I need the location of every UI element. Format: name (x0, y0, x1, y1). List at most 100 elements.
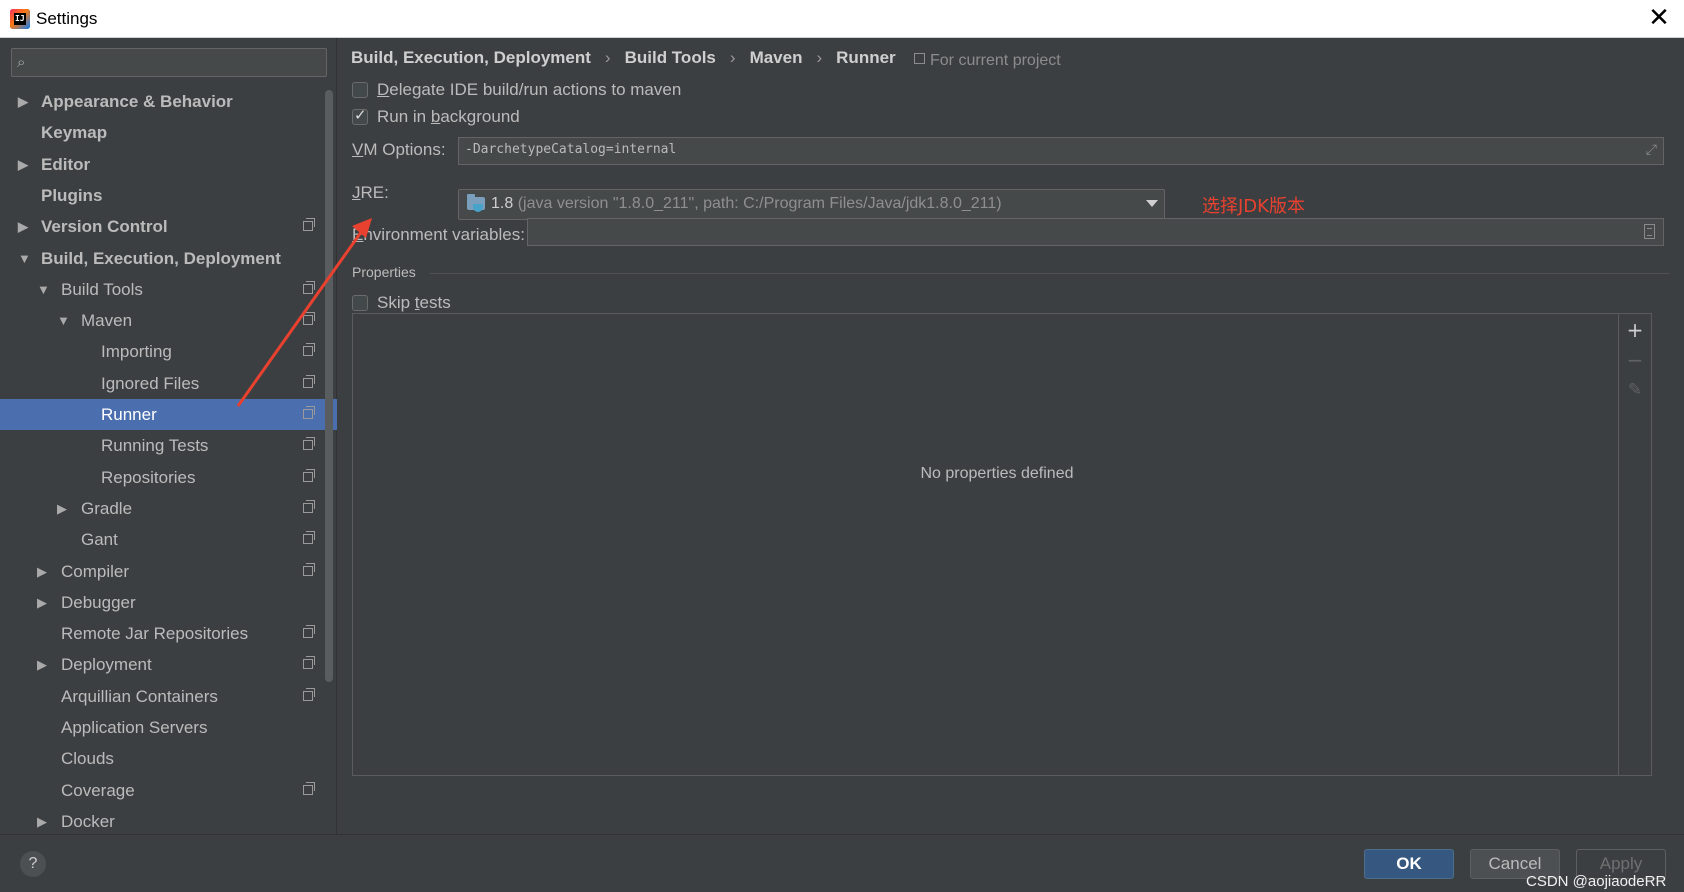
chevron-down-icon[interactable]: ▼ (18, 243, 32, 274)
sidebar-item-deployment[interactable]: ▶ Deployment (0, 649, 337, 680)
chevron-right-icon[interactable]: ▶ (18, 86, 32, 117)
sidebar-item-label: Appearance & Behavior (41, 92, 233, 111)
jre-selected-value: 1.8 (java version "1.8.0_211", path: C:/… (491, 195, 1002, 213)
project-scope-icon (303, 280, 315, 294)
env-variables-field[interactable] (527, 218, 1664, 246)
sidebar-item-clouds[interactable]: Clouds (0, 743, 337, 774)
breadcrumb: Build, Execution, Deployment › Build Tools… (351, 48, 902, 74)
skip-tests-checkbox[interactable] (352, 295, 368, 311)
sidebar-item-label: Docker (61, 811, 115, 831)
sidebar-item-label: Build Tools (61, 279, 143, 299)
sidebar-item-arquillian-containers[interactable]: Arquillian Containers (0, 681, 337, 712)
sidebar-item-build-tools[interactable]: ▼ Build Tools (0, 274, 337, 305)
sidebar-item-gant[interactable]: Gant (0, 524, 337, 555)
chevron-right-icon[interactable]: ▶ (37, 587, 51, 618)
document-icon[interactable] (1644, 224, 1655, 239)
sidebar-item-appearance-behavior[interactable]: ▶ Appearance & Behavior (0, 86, 337, 117)
sidebar-item-running-tests[interactable]: Running Tests (0, 430, 337, 461)
env-mnemonic: E (352, 225, 364, 244)
search-input[interactable] (40, 52, 324, 74)
sidebar-item-ignored-files[interactable]: Ignored Files (0, 368, 337, 399)
sidebar-item-label: Debugger (61, 592, 136, 612)
chevron-down-icon[interactable] (1146, 200, 1158, 207)
breadcrumb-item[interactable]: Runner (836, 48, 896, 67)
project-scope-icon (303, 656, 315, 670)
help-button[interactable]: ? (20, 851, 46, 877)
expand-icon[interactable]: ⤢ (1646, 142, 1657, 158)
project-scope-icon (303, 562, 315, 576)
chevron-right-icon[interactable]: ▶ (37, 556, 51, 587)
chevron-right-icon[interactable]: ▶ (18, 211, 32, 242)
sidebar-item-label: Gradle (81, 498, 133, 518)
sidebar-item-debugger[interactable]: ▶ Debugger (0, 587, 337, 618)
settings-content: Build, Execution, Deployment › Build Tools… (338, 38, 1684, 834)
sidebar-item-coverage[interactable]: Coverage (0, 775, 337, 806)
project-scope-icon (303, 499, 315, 513)
env-variables-label: Environment variables: (352, 225, 525, 245)
sidebar-item-compiler[interactable]: ▶ Compiler (0, 556, 337, 587)
breadcrumb-item[interactable]: Build, Execution, Deployment (351, 48, 591, 67)
empty-state-text: No properties defined (920, 465, 1074, 482)
sidebar-item-build-execution-deployment[interactable]: ▼ Build, Execution, Deployment (0, 243, 337, 274)
chevron-down-icon[interactable]: ▼ (37, 274, 51, 305)
jre-version: 1.8 (491, 195, 514, 212)
sidebar-item-version-control[interactable]: ▶ Version Control (0, 211, 337, 242)
chevron-down-icon[interactable]: ▼ (57, 305, 71, 336)
breadcrumb-item[interactable]: Maven (750, 48, 803, 67)
skip-tests-label-post: ests (419, 293, 451, 312)
project-scope-icon (914, 53, 925, 64)
project-scope-icon (303, 437, 315, 451)
run-in-background-option[interactable]: Run in background (352, 106, 520, 127)
breadcrumb-item[interactable]: Build Tools (625, 48, 716, 67)
chevron-right-icon[interactable]: ▶ (18, 149, 32, 180)
project-scope-icon (303, 312, 315, 326)
sidebar-item-label: Plugins (41, 185, 103, 205)
jre-label: JRE: (352, 183, 389, 203)
vm-options-label: VM Options: (352, 140, 446, 160)
scope-label: For current project (930, 52, 1061, 69)
chevron-right-icon[interactable]: ▶ (37, 806, 51, 837)
background-label-post: ackground (440, 107, 520, 126)
intellij-logo-icon: IJ (10, 9, 30, 29)
sidebar-item-label: Build, Execution, Deployment (41, 248, 281, 268)
run-in-background-checkbox[interactable] (352, 106, 368, 125)
close-icon[interactable]: ✕ (1646, 5, 1672, 32)
delegate-label: elegate IDE build/run actions to maven (389, 80, 682, 99)
search-box[interactable]: ⌕ (11, 48, 327, 77)
remove-icon[interactable]: − (1625, 350, 1645, 370)
vm-mnemonic: V (352, 140, 364, 159)
add-icon[interactable]: + (1625, 320, 1645, 340)
sidebar-item-gradle[interactable]: ▶ Gradle (0, 493, 337, 524)
sidebar-item-label: Coverage (61, 780, 135, 800)
sidebar-item-editor[interactable]: ▶ Editor (0, 149, 337, 180)
sidebar-item-importing[interactable]: Importing (0, 336, 337, 367)
edit-icon[interactable]: ✎ (1625, 380, 1645, 400)
sidebar-item-docker[interactable]: ▶ Docker (0, 806, 337, 837)
dialog-footer: ? OK Cancel Apply CSDN @aojiaodeRR (0, 834, 1684, 892)
sidebar-item-keymap[interactable]: Keymap (0, 117, 337, 148)
settings-sidebar: ⌕ ▶ Appearance & Behavior Keymap ▶ Editor Plu… (0, 38, 337, 834)
background-mnemonic: b (430, 107, 441, 126)
sidebar-item-label: Arquillian Containers (61, 686, 218, 706)
project-scope-icon (303, 625, 315, 639)
ok-button[interactable]: OK (1364, 849, 1454, 879)
chevron-right-icon[interactable]: ▶ (57, 493, 71, 524)
project-scope-icon (303, 343, 315, 357)
chevron-right-icon[interactable]: ▶ (37, 649, 51, 680)
breadcrumb-separator: › (816, 48, 823, 67)
sidebar-item-runner[interactable]: Runner (0, 399, 337, 430)
sidebar-item-repositories[interactable]: Repositories (0, 462, 337, 493)
sidebar-item-maven[interactable]: ▼ Maven (0, 305, 337, 336)
delegate-option[interactable]: Delegate IDE build/run actions to maven (352, 80, 681, 100)
sidebar-item-application-servers[interactable]: Application Servers (0, 712, 337, 743)
sidebar-item-label: Ignored Files (101, 373, 200, 393)
sidebar-item-label: Remote Jar Repositories (61, 624, 249, 644)
vm-options-field[interactable]: -DarchetypeCatalog=internal ⤢ (458, 137, 1664, 165)
properties-table[interactable]: No properties defined + − ✎ (352, 313, 1652, 776)
sidebar-scrollbar[interactable] (325, 90, 333, 682)
sidebar-item-plugins[interactable]: Plugins (0, 180, 337, 211)
jre-dropdown[interactable]: 1.8 (java version "1.8.0_211", path: C:/… (458, 189, 1165, 220)
delegate-checkbox[interactable] (352, 82, 368, 98)
sidebar-item-remote-jar-repositories[interactable]: Remote Jar Repositories (0, 618, 337, 649)
skip-tests-option[interactable]: Skip tests (352, 293, 451, 313)
